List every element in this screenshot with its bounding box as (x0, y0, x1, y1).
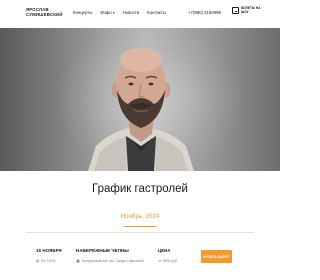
artist-portrait (88, 48, 194, 171)
ticket-brand-label: БИЛЕТЫ НА ШОУ (241, 6, 261, 14)
hero-banner (0, 28, 280, 171)
month-tab-november[interactable]: Ноябрь, 2024 (0, 213, 280, 220)
site-header: ЯРОСЛАВ СУМИШЕВСКИЙ Концерты Инфо ▾ Ново… (0, 0, 280, 28)
event-row: 19 НОЯБРЯ ▦ Вт, 19:00 НАБЕРЕЖНЫЕ ЧЕЛНЫ ⬤… (26, 236, 254, 266)
event-price: от 1800 руб (158, 259, 177, 263)
nav-item-label: Контакты (147, 10, 166, 15)
ticket-icon (232, 7, 239, 15)
buy-ticket-button[interactable]: КУПИТЬ БИЛЕТ (201, 250, 232, 263)
nav-item-concerts[interactable]: Концерты (73, 10, 92, 15)
event-venue-label: Концертный зал им. Саида Сарыевой (81, 259, 144, 263)
nav-item-label: Новости (122, 10, 140, 15)
page-title: График гастролей (92, 183, 188, 195)
event-date: 19 НОЯБРЯ (36, 248, 62, 253)
site-logo[interactable]: ЯРОСЛАВ СУМИШЕВСКИЙ (26, 7, 72, 17)
event-venue: ⬤ Концертный зал им. Саида Сарыевой (76, 259, 144, 263)
divider (26, 232, 254, 233)
ticket-brand-link[interactable]: БИЛЕТЫ НА ШОУ (232, 6, 263, 15)
calendar-icon: ▦ (36, 259, 40, 263)
chevron-down-icon: ▾ (112, 10, 115, 15)
nav-item-label: Инфо (100, 10, 112, 15)
month-tab-underline (124, 226, 156, 228)
location-pin-icon: ⬤ (76, 259, 80, 263)
event-city: НАБЕРЕЖНЫЕ ЧЕЛНЫ (76, 248, 129, 253)
nav-item-info[interactable]: Инфо ▾ (100, 10, 114, 15)
event-time-label: Вт, 19:00 (41, 259, 56, 263)
nav-item-news[interactable]: Новости (123, 10, 140, 15)
event-price-label: ЦЕНА (158, 248, 171, 253)
nav-item-label: Концерты (73, 10, 93, 15)
event-time: ▦ Вт, 19:00 (36, 259, 55, 263)
main-nav: Концерты Инфо ▾ Новости Контакты (73, 10, 166, 15)
nav-item-contacts[interactable]: Контакты (147, 10, 166, 15)
phone-link[interactable]: +7(980) 2150999 (188, 10, 221, 15)
logo-line-2: СУМИШЕВСКИЙ (26, 12, 63, 18)
page: ЯРОСЛАВ СУМИШЕВСКИЙ Концерты Инфо ▾ Ново… (0, 0, 280, 280)
